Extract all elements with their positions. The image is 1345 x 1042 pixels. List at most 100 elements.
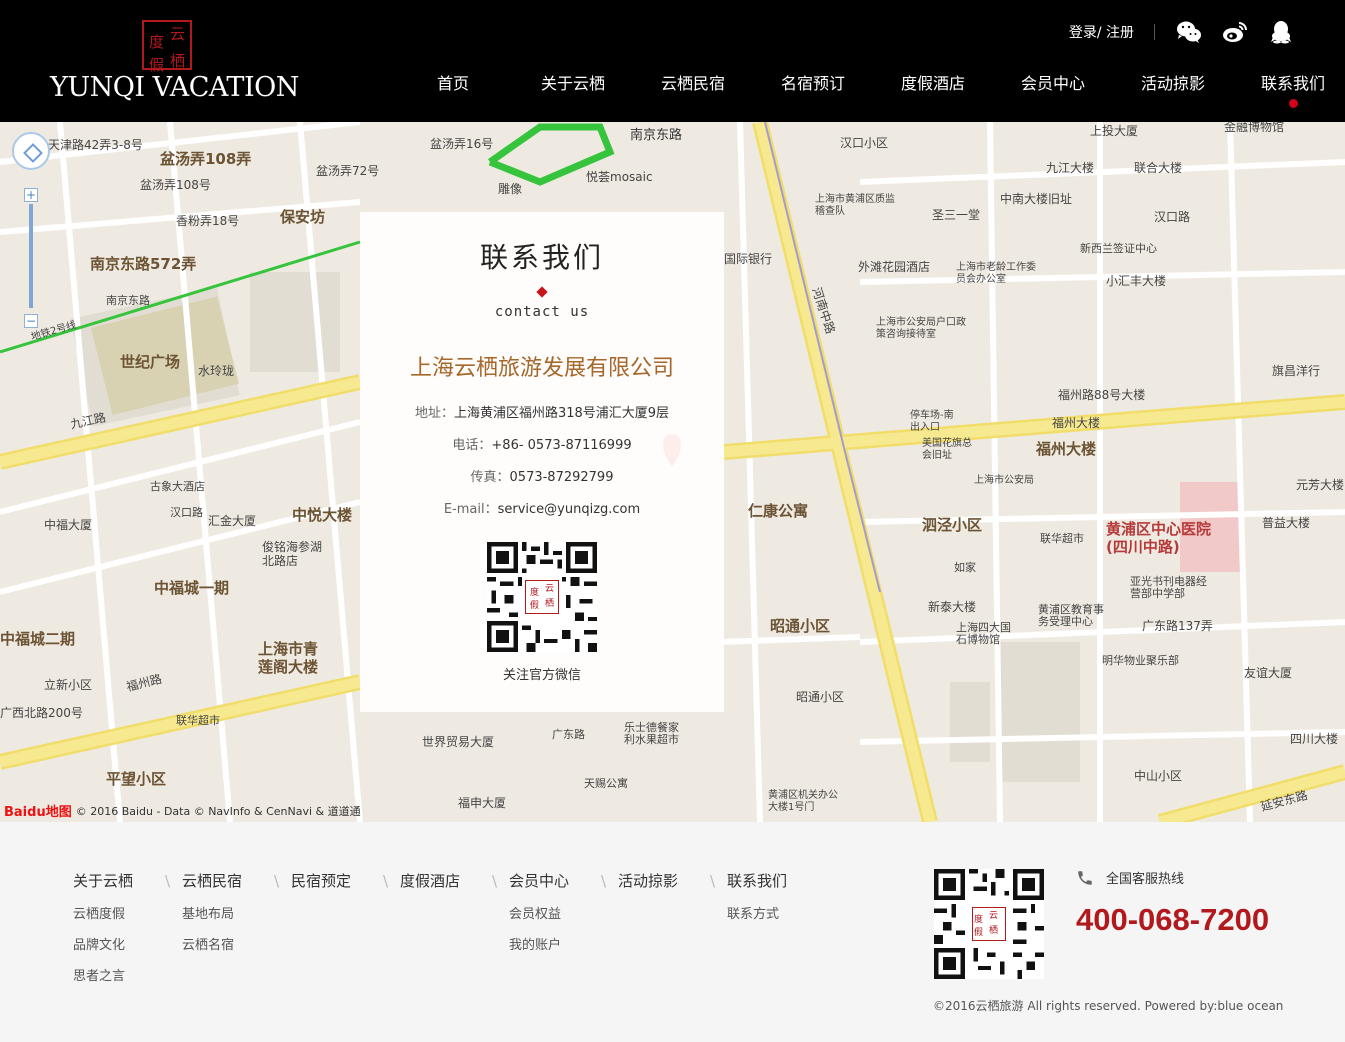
- footer-link[interactable]: 会员权益: [509, 903, 606, 922]
- map-label: 世纪广场: [120, 353, 181, 371]
- footer-separator: \: [383, 871, 389, 890]
- footer-heading-link[interactable]: 关于云栖: [73, 870, 133, 891]
- qr-logo-seal: 云 栖 度 假: [525, 580, 559, 614]
- map-zoom-control: + −: [12, 132, 50, 328]
- map-label: 联合大楼: [1134, 161, 1183, 175]
- map-label: 美国花旗总会旧址: [922, 438, 972, 461]
- footer-column-contact: 联系我们 联系方式: [727, 870, 787, 922]
- map-attribution: Baidu地图 © 2016 Baidu - Data © NavInfo & …: [4, 801, 361, 821]
- address-line: 地址：上海黄浦区福州路318号浦汇大厦9层: [360, 406, 724, 422]
- map-label: 友谊大厦: [1244, 666, 1293, 680]
- footer-column-hotel: 度假酒店 \: [400, 870, 497, 891]
- map-label: 中山小区: [1134, 769, 1183, 783]
- map-label: 俊铭海参湖北路店: [262, 540, 323, 568]
- footer-separator: \: [601, 871, 607, 890]
- phone-line: 电话：+86- 0573-87116999: [360, 438, 724, 454]
- diamond-divider: [536, 286, 548, 298]
- footer-link[interactable]: 云栖名宿: [182, 934, 279, 953]
- site-logo[interactable]: 云 栖 度 假 YUNQI VACATION: [50, 18, 299, 108]
- register-link[interactable]: 注册: [1106, 25, 1134, 41]
- map-label: 上海市公安局户口政策咨询接待室: [876, 317, 966, 340]
- map-label: 汇金大厦: [208, 514, 257, 528]
- map-label: 上海市老龄工作委员会办公室: [956, 262, 1036, 285]
- footer-heading-link[interactable]: 联系我们: [727, 870, 787, 891]
- map-label: 中悦大楼: [292, 506, 353, 524]
- address-value: 上海黄浦区福州路318号浦汇大厦9层: [453, 406, 670, 421]
- zoom-slider[interactable]: [29, 204, 33, 308]
- nav-booking[interactable]: 名宿预订: [753, 70, 873, 110]
- footer-separator: \: [492, 871, 498, 890]
- nav-resort-hotel[interactable]: 度假酒店: [873, 70, 993, 110]
- nav-about[interactable]: 关于云栖: [513, 70, 633, 110]
- seal-char: 度: [974, 915, 984, 925]
- footer-link[interactable]: 我的账户: [509, 934, 606, 953]
- footer-heading-link[interactable]: 民宿预定: [291, 870, 351, 891]
- map-label: 国际银行: [724, 252, 773, 266]
- footer-link[interactable]: 基地布局: [182, 903, 279, 922]
- baidu-map[interactable]: 天津路42弄3-8号 盆汤弄108弄 盆汤弄16号 盆汤弄72号 南京东路 雕像…: [0, 122, 1345, 822]
- map-label: 广东路137弄: [1142, 619, 1213, 633]
- map-label: 普益大楼: [1262, 516, 1311, 530]
- map-label: 盆汤弄108弄: [160, 150, 252, 168]
- footer-column-booking: 民宿预定 \: [291, 870, 388, 891]
- map-label: 中福城二期: [0, 630, 76, 648]
- footer-column-activities: 活动掠影 \: [618, 870, 715, 891]
- map-label: 元芳大楼: [1296, 478, 1345, 492]
- footer-heading-link[interactable]: 活动掠影: [618, 870, 678, 891]
- wechat-icon[interactable]: [1175, 19, 1203, 45]
- nav-contact[interactable]: 联系我们: [1233, 70, 1345, 110]
- footer-link[interactable]: 品牌文化: [73, 934, 170, 953]
- nav-home[interactable]: 首页: [393, 70, 513, 110]
- map-label: 九江大楼: [1046, 161, 1095, 175]
- nav-homestay[interactable]: 云栖民宿: [633, 70, 753, 110]
- map-label: 亚光书刊电器经营部中学部: [1130, 575, 1207, 600]
- zoom-in-button[interactable]: +: [24, 188, 38, 202]
- pan-control[interactable]: [12, 132, 50, 170]
- footer-qr-code: 云 栖 度 假: [934, 869, 1044, 979]
- map-label: 明华物业聚乐部: [1102, 654, 1179, 667]
- footer-link[interactable]: 思者之言: [73, 965, 170, 984]
- map-label: 广西北路200号: [0, 706, 83, 720]
- site-footer: 关于云栖 \ 云栖度假 品牌文化 思者之言 云栖民宿 \ 基地布局 云栖名宿 民宿预…: [0, 822, 1345, 1042]
- nav-label: 云栖民宿: [660, 74, 725, 93]
- company-name: 上海云栖旅游发展有限公司: [409, 356, 674, 381]
- map-label: 上投大厦: [1090, 124, 1139, 138]
- seal-char: 度: [529, 588, 539, 598]
- phone-label: 电话：: [452, 438, 492, 453]
- email-value[interactable]: service@yunqizg.com: [498, 502, 641, 517]
- hotline-number[interactable]: 400-068-7200: [1076, 902, 1269, 938]
- footer-heading: 民宿预定 \: [291, 870, 388, 891]
- footer-column-about: 关于云栖 \ 云栖度假 品牌文化 思者之言: [73, 870, 171, 985]
- map-label: 停车场-南出入口: [910, 410, 954, 433]
- zoom-out-button[interactable]: −: [24, 314, 38, 328]
- map-label: 福州路88号大楼: [1058, 388, 1146, 402]
- phone-icon: [1078, 870, 1092, 885]
- map-label: 金融博物馆: [1224, 122, 1285, 134]
- map-label: 四川大楼: [1290, 732, 1339, 746]
- nav-activities[interactable]: 活动掠影: [1113, 70, 1233, 110]
- brand-name: YUNQI VACATION: [50, 72, 299, 103]
- footer-heading-link[interactable]: 云栖民宿: [182, 870, 242, 891]
- hotline-label-text: 全国客服热线: [1106, 872, 1185, 887]
- qq-icon[interactable]: [1267, 19, 1295, 45]
- copyright: ©2016云栖旅游 All rights reserved. Powered b…: [933, 999, 1284, 1013]
- map-label: 中南大楼旧址: [1000, 192, 1073, 206]
- footer-heading-link[interactable]: 度假酒店: [400, 870, 460, 891]
- contact-card: 联系我们 contact us 上海云栖旅游发展有限公司 地址：上海黄浦区福州路…: [360, 212, 724, 712]
- weibo-icon[interactable]: [1221, 19, 1249, 45]
- map-label: 仁康公寓: [748, 502, 809, 520]
- footer-heading-link[interactable]: 会员中心: [509, 870, 569, 891]
- map-label: 中福大厦: [44, 518, 93, 532]
- map-label: 乐士德餐家利水果超市: [624, 721, 679, 746]
- fax-line: 传真：0573-87292799: [360, 470, 724, 486]
- footer-link[interactable]: 联系方式: [727, 903, 787, 922]
- nav-member-center[interactable]: 会员中心: [993, 70, 1113, 110]
- footer-separator: \: [165, 871, 171, 890]
- footer-link[interactable]: 云栖度假: [73, 903, 170, 922]
- seal-char: 假: [529, 601, 539, 611]
- map-label: 黄浦区教育事务受理中心: [1038, 603, 1104, 628]
- login-link[interactable]: 登录: [1069, 25, 1097, 41]
- seal-char: 栖: [989, 926, 999, 936]
- wechat-qr-code: 云 栖 度 假: [487, 542, 597, 652]
- footer-heading: 联系我们: [727, 870, 787, 891]
